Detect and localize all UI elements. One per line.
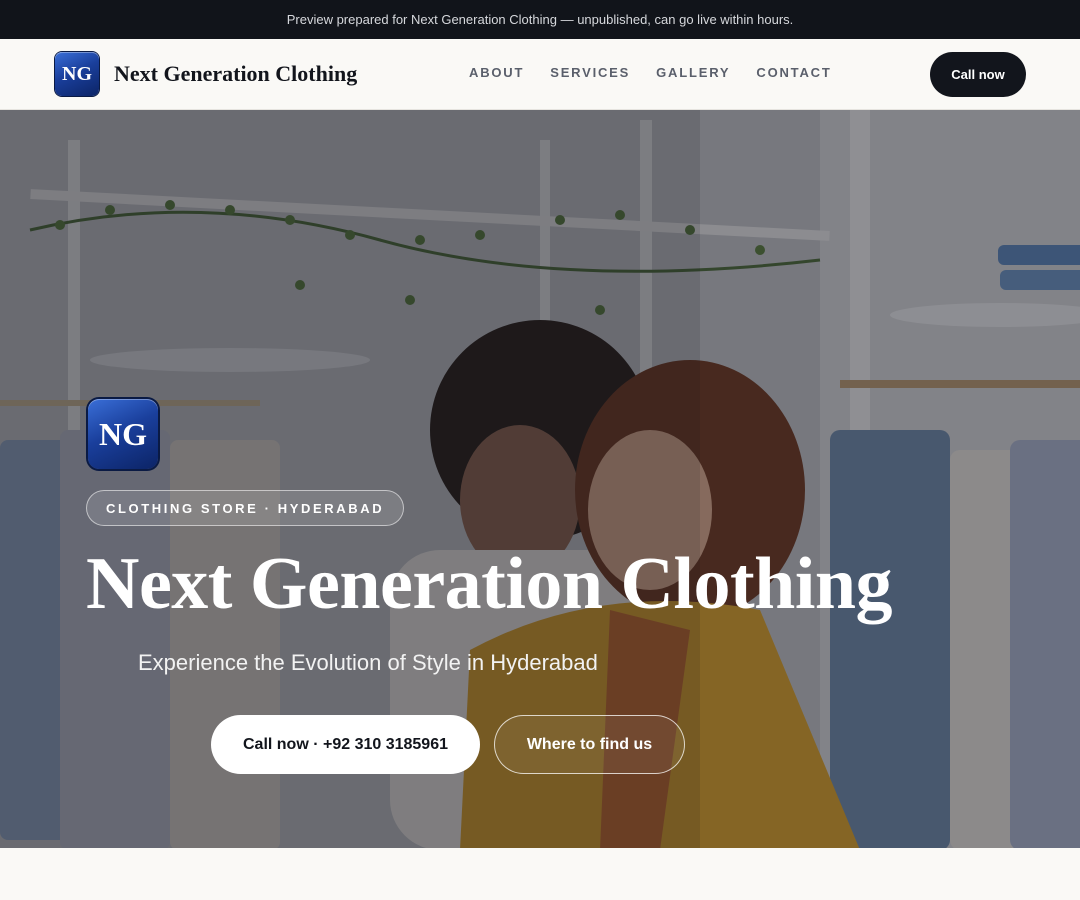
brand-name[interactable]: Next Generation Clothing bbox=[114, 61, 357, 87]
next-section bbox=[0, 848, 1080, 900]
nav-link-contact[interactable]: CONTACT bbox=[756, 65, 831, 80]
header-call-button[interactable]: Call now bbox=[930, 52, 1026, 97]
hero-location-button[interactable]: Where to find us bbox=[494, 715, 685, 774]
preview-banner: Preview prepared for Next Generation Clo… bbox=[0, 0, 1080, 39]
hero-call-button[interactable]: Call now · +92 310 3185961 bbox=[211, 715, 480, 774]
nav-link-services[interactable]: SERVICES bbox=[550, 65, 630, 80]
hero-subtitle: Experience the Evolution of Style in Hyd… bbox=[138, 650, 598, 675]
hero-section: NG CLOTHING STORE · HYDERABAD Next Gener… bbox=[0, 110, 1080, 848]
hero-logo-badge: NG bbox=[88, 399, 158, 469]
hero-logo-initials: NG bbox=[99, 415, 147, 452]
main-nav: ABOUT SERVICES GALLERY CONTACT bbox=[469, 65, 832, 80]
nav-link-about[interactable]: ABOUT bbox=[469, 65, 524, 80]
logo-initials: NG bbox=[62, 62, 92, 85]
hero-category-pill: CLOTHING STORE · HYDERABAD bbox=[86, 490, 405, 526]
preview-banner-text: Preview prepared for Next Generation Clo… bbox=[286, 12, 794, 27]
hero-title: Next Generation Clothing bbox=[86, 543, 893, 625]
nav-link-gallery[interactable]: GALLERY bbox=[656, 65, 730, 80]
logo-badge[interactable]: NG bbox=[55, 52, 99, 96]
site-header: NG Next Generation Clothing ABOUT SERVIC… bbox=[0, 39, 1080, 110]
